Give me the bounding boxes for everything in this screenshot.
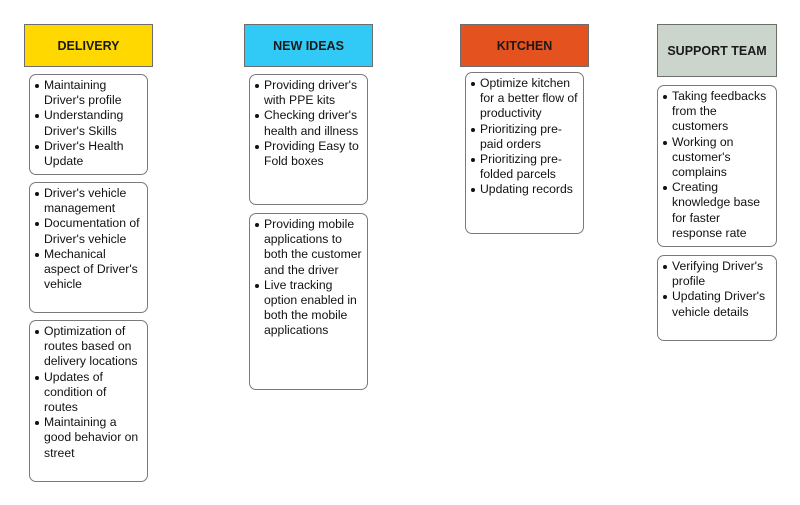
list-item: Prioritizing pre-folded parcels <box>470 152 579 182</box>
bullet-list: Optimization of routes based on delivery… <box>34 324 143 461</box>
list-item: Maintaining a good behavior on street <box>34 415 143 461</box>
list-item: Driver's vehicle management <box>34 186 143 216</box>
list-item: Updating Driver's vehicle details <box>662 289 772 319</box>
card-delivery-2: Driver's vehicle management Documentatio… <box>29 182 148 313</box>
header-support-team-title: SUPPORT TEAM <box>667 43 767 58</box>
list-item: Driver's Health Update <box>34 139 143 169</box>
card-new-ideas-2: Providing mobile applications to both th… <box>249 213 368 390</box>
list-item: Providing mobile applications to both th… <box>254 217 363 278</box>
list-item: Updates of condition of routes <box>34 370 143 416</box>
list-item: Verifying Driver's profile <box>662 259 772 289</box>
header-new-ideas: NEW IDEAS <box>244 24 373 67</box>
card-kitchen-1: Optimize kitchen for a better flow of pr… <box>465 72 584 234</box>
list-item: Understanding Driver's Skills <box>34 108 143 138</box>
card-delivery-1: Maintaining Driver's profile Understandi… <box>29 74 148 175</box>
bullet-list: Maintaining Driver's profile Understandi… <box>34 78 143 169</box>
bullet-list: Providing mobile applications to both th… <box>254 217 363 339</box>
header-delivery-title: DELIVERY <box>57 38 120 53</box>
header-new-ideas-title: NEW IDEAS <box>273 38 344 53</box>
header-support-team: SUPPORT TEAM <box>657 24 777 77</box>
list-item: Mechanical aspect of Driver's vehicle <box>34 247 143 293</box>
header-delivery: DELIVERY <box>24 24 153 67</box>
list-item: Working on customer's complains <box>662 135 772 181</box>
list-item: Prioritizing pre-paid orders <box>470 122 579 152</box>
list-item: Maintaining Driver's profile <box>34 78 143 108</box>
list-item: Live tracking option enabled in both the… <box>254 278 363 339</box>
list-item: Checking driver's health and illness <box>254 108 363 138</box>
card-delivery-3: Optimization of routes based on delivery… <box>29 320 148 482</box>
bullet-list: Driver's vehicle management Documentatio… <box>34 186 143 292</box>
bullet-list: Taking feedbacks from the customers Work… <box>662 89 772 241</box>
list-item: Providing driver's with PPE kits <box>254 78 363 108</box>
bullet-list: Optimize kitchen for a better flow of pr… <box>470 76 579 198</box>
bullet-list: Verifying Driver's profile Updating Driv… <box>662 259 772 320</box>
header-kitchen-title: KITCHEN <box>496 38 553 53</box>
card-support-team-2: Verifying Driver's profile Updating Driv… <box>657 255 777 341</box>
card-new-ideas-1: Providing driver's with PPE kits Checkin… <box>249 74 368 205</box>
list-item: Documentation of Driver's vehicle <box>34 216 143 246</box>
bullet-list: Providing driver's with PPE kits Checkin… <box>254 78 363 169</box>
list-item: Taking feedbacks from the customers <box>662 89 772 135</box>
list-item: Optimization of routes based on delivery… <box>34 324 143 370</box>
list-item: Updating records <box>470 182 579 197</box>
list-item: Providing Easy to Fold boxes <box>254 139 363 169</box>
list-item: Creating knowledge base for faster respo… <box>662 180 772 241</box>
list-item: Optimize kitchen for a better flow of pr… <box>470 76 579 122</box>
card-support-team-1: Taking feedbacks from the customers Work… <box>657 85 777 247</box>
header-kitchen: KITCHEN <box>460 24 589 67</box>
